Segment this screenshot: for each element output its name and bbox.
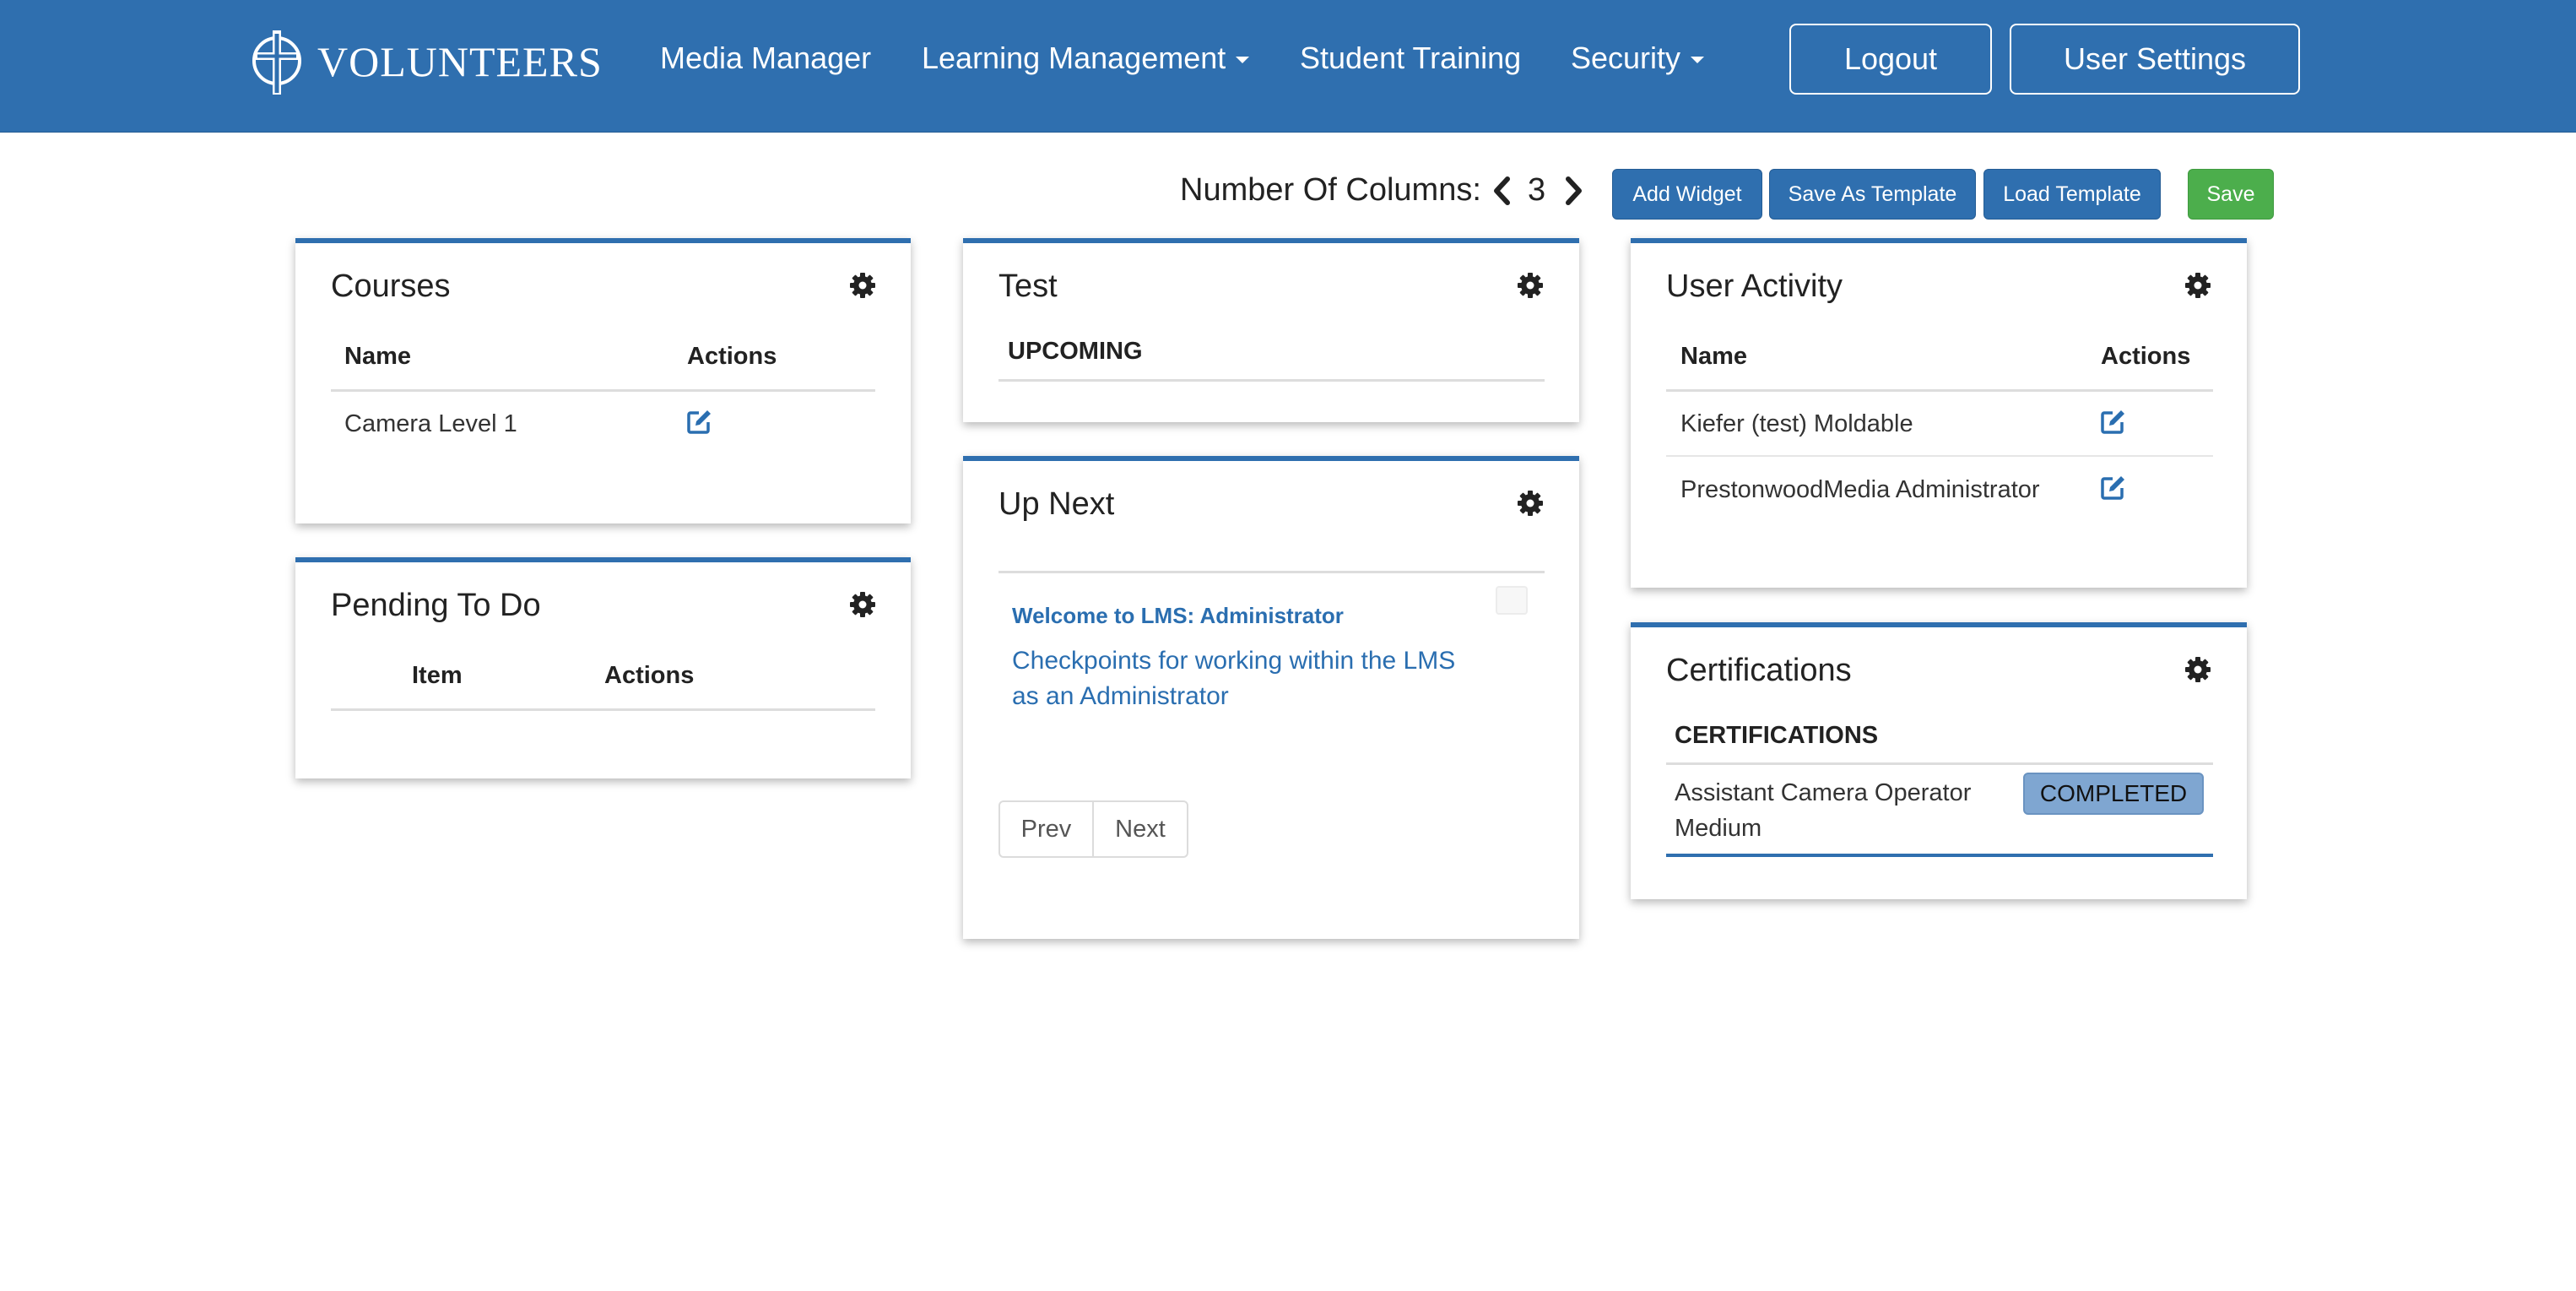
placeholder-thumbnail [1496,586,1528,615]
edit-icon[interactable] [2099,409,2126,436]
divider [331,708,875,711]
divider [1666,762,2213,765]
gear-icon[interactable] [849,591,876,618]
certification-name-line1: Assistant Camera Operator [1675,779,1972,806]
nav-learning-management[interactable]: Learning Management [922,41,1250,76]
course-name: Camera Level 1 [344,410,517,437]
nav-learning-management-label: Learning Management [922,41,1226,75]
nav-security-label: Security [1571,41,1681,75]
gear-icon[interactable] [2184,272,2211,299]
caret-down-icon [1236,57,1250,64]
save-as-template-button[interactable]: Save As Template [1769,169,1976,220]
pager: Prev Next [998,800,1188,858]
column-header-name: Name [344,343,411,370]
load-template-button[interactable]: Load Template [1983,169,2161,220]
nav-student-training[interactable]: Student Training [1300,41,1521,76]
row-divider [1666,854,2213,857]
nav-media-manager[interactable]: Media Manager [660,41,871,76]
user-name: PrestonwoodMedia Administrator [1680,476,2040,503]
column-header-actions: Actions [2101,343,2191,370]
cross-logo-icon [252,30,301,95]
status-badge: COMPLETED [2023,773,2204,815]
gear-icon[interactable] [1517,490,1544,517]
widget-title: Courses [331,269,451,304]
add-widget-button[interactable]: Add Widget [1612,169,1762,220]
edit-icon[interactable] [685,409,712,436]
user-name: Kiefer (test) Moldable [1680,410,1913,437]
column-header-item: Item [412,662,463,689]
column-header-actions: Actions [687,343,777,370]
certifications-widget: Certifications CERTIFICATIONS Assistant … [1631,622,2247,899]
chevron-left-icon[interactable] [1491,176,1514,206]
up-next-widget: Up Next Welcome to LMS: Administrator Ch… [963,456,1579,939]
user-settings-button[interactable]: User Settings [2010,24,2300,95]
column-header-actions: Actions [604,662,695,689]
prev-button[interactable]: Prev [1000,802,1094,856]
top-navbar: VOLUNTEERS Media Manager Learning Manage… [0,0,2576,133]
logout-button[interactable]: Logout [1789,24,1992,95]
up-next-item-title[interactable]: Welcome to LMS: Administrator [1012,603,1344,629]
up-next-item-description-line2[interactable]: as an Administrator [1012,682,1229,711]
columns-label: Number Of Columns: [1180,172,1481,208]
widget-title: Up Next [998,486,1115,522]
pending-todo-widget: Pending To Do Item Actions [295,557,911,778]
divider [998,571,1545,573]
brand-logo[interactable]: VOLUNTEERS [250,25,603,98]
certification-name-line2: Medium [1675,815,1762,842]
gear-icon[interactable] [1517,272,1544,299]
nav-student-training-label: Student Training [1300,41,1522,75]
next-button[interactable]: Next [1094,802,1187,856]
columns-value: 3 [1528,172,1546,208]
column-header-name: Name [1680,343,1747,370]
save-button[interactable]: Save [2188,169,2274,220]
up-next-item-description-line1[interactable]: Checkpoints for working within the LMS [1012,647,1455,675]
widget-title: User Activity [1666,269,1843,304]
gear-icon[interactable] [849,272,876,299]
gear-icon[interactable] [2184,656,2211,683]
test-widget: Test UPCOMING [963,238,1579,422]
nav-security[interactable]: Security [1571,41,1705,76]
widget-title: Test [998,269,1058,304]
caret-down-icon [1691,57,1705,64]
divider [1666,389,2213,392]
widget-title: Pending To Do [331,588,541,623]
divider [331,389,875,392]
row-divider [1666,455,2213,457]
chevron-right-icon[interactable] [1561,176,1585,206]
widget-title: Certifications [1666,653,1852,688]
edit-icon[interactable] [2099,475,2126,502]
brand-name: VOLUNTEERS [317,38,603,85]
certifications-header: CERTIFICATIONS [1675,722,1879,749]
upcoming-header: UPCOMING [1008,338,1143,365]
nav-media-manager-label: Media Manager [660,41,872,75]
divider [998,379,1545,382]
courses-widget: Courses Name Actions Camera Level 1 [295,238,911,523]
user-activity-widget: User Activity Name Actions Kiefer (test)… [1631,238,2247,588]
